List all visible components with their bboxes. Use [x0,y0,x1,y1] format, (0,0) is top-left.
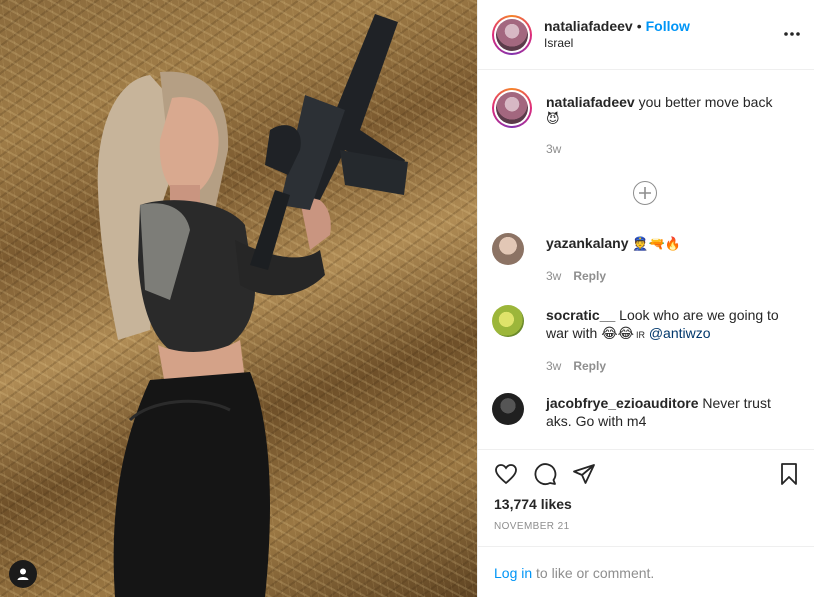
login-link[interactable]: Log in [494,565,532,581]
post-location[interactable]: Israel [544,35,690,52]
follow-button[interactable]: Follow [646,18,690,34]
woman-holding-rifle-figure [97,14,408,597]
comment-mention[interactable]: @antiwzo [649,325,711,341]
commenter-avatar[interactable] [492,393,524,425]
heart-icon[interactable] [492,460,520,488]
share-icon[interactable] [570,460,598,488]
post-sidebar: nataliafadeev • Follow Israel nataliafadee… [477,0,814,597]
comments-section[interactable]: nataliafadeev you better move back 😈 3w … [478,71,814,449]
login-text: to like or comment. [536,565,655,581]
comment-icon[interactable] [531,460,559,488]
likes-count[interactable]: 13,774 likes [494,496,572,512]
author-username[interactable]: nataliafadeev [544,18,633,34]
comment-mention-prefix: IR [635,330,645,340]
caption-time[interactable]: 3w [546,142,561,156]
caption-username[interactable]: nataliafadeev [546,94,635,110]
reply-button[interactable]: Reply [573,269,606,283]
commenter-avatar[interactable] [492,305,524,337]
caption-emoji: 😈 [546,112,560,127]
caption-avatar[interactable] [492,88,532,128]
post-date[interactable]: NOVEMBER 21 [494,521,570,532]
post-actions: 13,774 likes NOVEMBER 21 [478,449,814,546]
post-header: nataliafadeev • Follow Israel [478,0,814,70]
commenter-avatar[interactable] [492,233,524,265]
comment-text: 👮🔫🔥 [632,237,681,252]
comment-username[interactable]: yazankalany [546,235,629,251]
plus-circle-icon[interactable] [633,181,657,205]
reply-button[interactable]: Reply [573,359,606,373]
instagram-post: nataliafadeev • Follow Israel nataliafadee… [0,0,814,597]
login-prompt: Log in to like or comment. [478,546,814,597]
caption-text: you better move back [638,94,773,110]
user-tag-icon[interactable] [9,560,37,588]
comment-time[interactable]: 3w [546,269,561,283]
comment-time[interactable]: 3w [546,359,561,373]
comment-username[interactable]: jacobfrye_ezioauditore [546,395,699,411]
comment-username[interactable]: socratic__ [546,307,615,323]
author-avatar[interactable] [492,14,532,55]
bookmark-icon[interactable] [775,460,803,488]
separator-dot: • [636,17,642,34]
more-options-icon[interactable] [783,24,801,42]
post-photo[interactable] [0,0,477,597]
